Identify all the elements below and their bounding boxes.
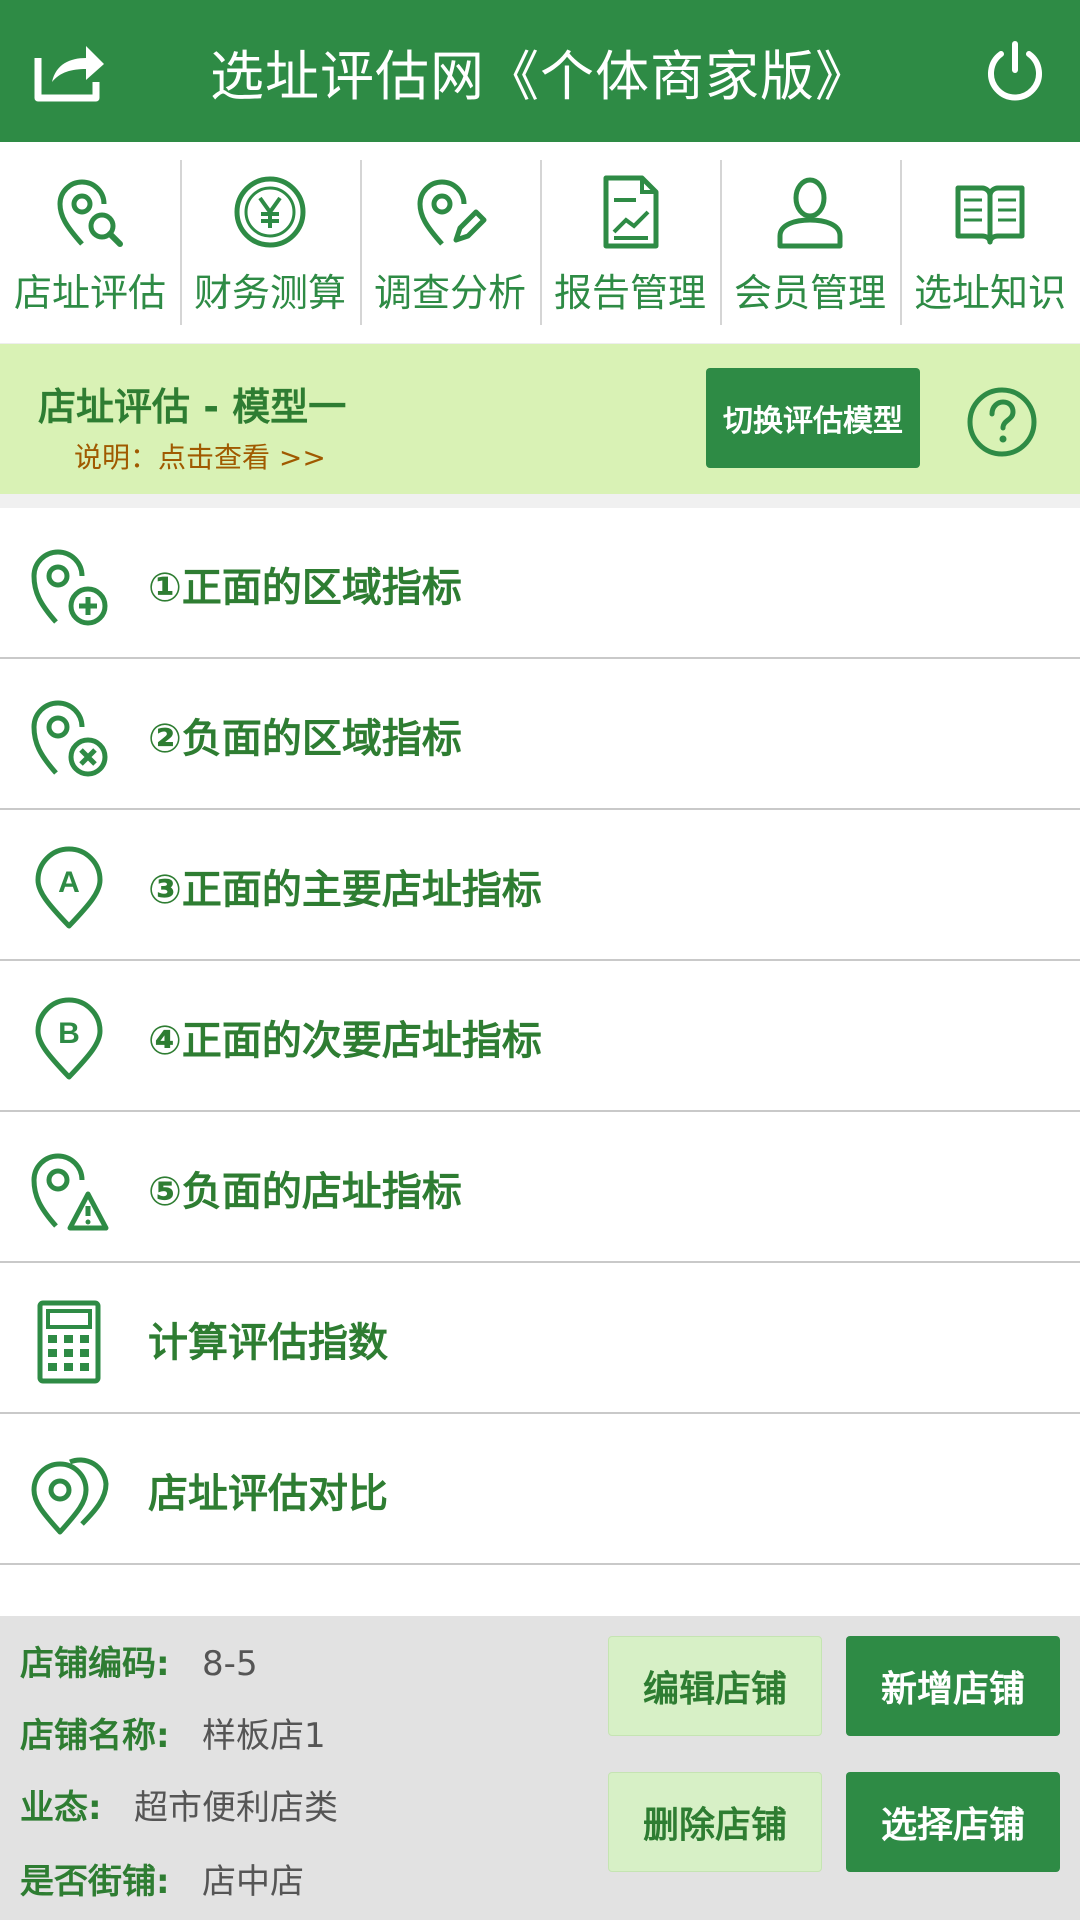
location-a-icon: A	[35, 846, 103, 929]
menu-item-negative-site[interactable]: ⑤负面的店址指标	[0, 1112, 1080, 1263]
nav-item-knowledge[interactable]: 选址知识	[900, 142, 1080, 343]
store-street-line: 是否街铺: 店中店	[20, 1854, 304, 1903]
store-info-panel: 店铺编码: 8-5 店铺名称: 样板店1 业态: 超市便利店类 是否街铺: 店中…	[0, 1616, 1080, 1920]
app-header: 选址评估网《个体商家版》	[0, 0, 1080, 142]
svg-text:B: B	[58, 1017, 80, 1050]
edit-store-button[interactable]: 编辑店铺	[608, 1636, 822, 1736]
nav-label: 店址评估	[13, 271, 166, 315]
location-b-icon: B	[35, 997, 103, 1080]
switch-model-button[interactable]: 切换评估模型	[706, 368, 920, 468]
store-name-line: 店铺名称: 样板店1	[20, 1708, 326, 1757]
power-icon[interactable]	[984, 38, 1046, 104]
top-nav: 店址评估 财务测算 调查分析 报告管理 会员管理 选址知识	[0, 142, 1080, 344]
store-type-value: 超市便利店类	[134, 1788, 339, 1828]
location-warning-icon	[31, 1153, 109, 1231]
share-icon[interactable]	[30, 38, 108, 104]
store-street-label: 是否街铺:	[20, 1862, 170, 1902]
store-code-line: 店铺编码: 8-5	[20, 1636, 258, 1685]
store-code-value: 8-5	[202, 1644, 258, 1684]
nav-item-reports[interactable]: 报告管理	[540, 142, 720, 343]
location-edit-icon	[417, 179, 487, 246]
yen-coin-icon	[234, 176, 306, 248]
model-title: 店址评估 - 模型一	[38, 385, 347, 429]
nav-label: 会员管理	[733, 271, 886, 315]
book-icon	[955, 185, 1025, 245]
nav-label: 选址知识	[913, 271, 1066, 315]
section-gap	[0, 494, 1080, 508]
store-type-line: 业态: 超市便利店类	[20, 1780, 338, 1829]
menu-label: ①正面的区域指标	[148, 564, 462, 611]
menu-label: ④正面的次要店址指标	[148, 1017, 542, 1064]
menu-item-positive-primary-site[interactable]: A ③正面的主要店址指标	[0, 810, 1080, 961]
menu-item-calculate-index[interactable]: 计算评估指数	[0, 1263, 1080, 1414]
menu-item-positive-region[interactable]: ①正面的区域指标	[0, 508, 1080, 659]
menu-item-negative-region[interactable]: ②负面的区域指标	[0, 659, 1080, 810]
menu-label: ②负面的区域指标	[148, 715, 462, 762]
location-compare-icon	[31, 1457, 109, 1535]
menu-label: 计算评估指数	[148, 1319, 388, 1366]
nav-item-finance[interactable]: 财务测算	[180, 142, 360, 343]
location-plus-icon	[31, 549, 108, 626]
svg-text:A: A	[58, 866, 80, 899]
select-store-button[interactable]: 选择店铺	[846, 1772, 1060, 1872]
nav-item-site-evaluation[interactable]: 店址评估	[0, 142, 180, 343]
delete-store-button[interactable]: 删除店铺	[608, 1772, 822, 1872]
model-desc-prefix: 说明：	[74, 441, 159, 474]
store-street-value: 店中店	[202, 1862, 305, 1902]
store-type-label: 业态:	[20, 1788, 102, 1828]
nav-label: 报告管理	[553, 271, 706, 315]
menu-item-positive-secondary-site[interactable]: B ④正面的次要店址指标	[0, 961, 1080, 1112]
calculator-icon	[37, 1300, 101, 1384]
nav-item-members[interactable]: 会员管理	[720, 142, 900, 343]
nav-label: 财务测算	[193, 271, 346, 315]
store-name-value: 样板店1	[202, 1716, 326, 1756]
user-icon	[777, 177, 843, 249]
store-name-label: 店铺名称:	[20, 1716, 170, 1756]
view-description-link[interactable]: 点击查看 >>	[158, 441, 326, 474]
report-chart-icon	[603, 175, 659, 249]
add-store-button[interactable]: 新增店铺	[846, 1636, 1060, 1736]
model-description: 说明：点击查看 >>	[74, 436, 326, 476]
app-title: 选址评估网《个体商家版》	[210, 44, 870, 108]
location-x-icon	[31, 700, 108, 777]
help-icon[interactable]	[966, 386, 1038, 458]
menu-label: ⑤负面的店址指标	[148, 1168, 462, 1215]
menu-item-compare[interactable]: 店址评估对比	[0, 1414, 1080, 1565]
nav-label: 调查分析	[373, 271, 526, 315]
store-code-label: 店铺编码:	[20, 1644, 170, 1684]
model-bar: 店址评估 - 模型一 说明：点击查看 >> 切换评估模型	[0, 344, 1080, 494]
evaluation-menu: ①正面的区域指标 ②负面的区域指标 A ③正面的主要店址指标 B ④正面的次要店…	[0, 508, 1080, 1565]
menu-label: ③正面的主要店址指标	[148, 866, 542, 913]
nav-item-survey[interactable]: 调查分析	[360, 142, 540, 343]
location-search-icon	[57, 179, 123, 247]
menu-label: 店址评估对比	[148, 1470, 388, 1517]
